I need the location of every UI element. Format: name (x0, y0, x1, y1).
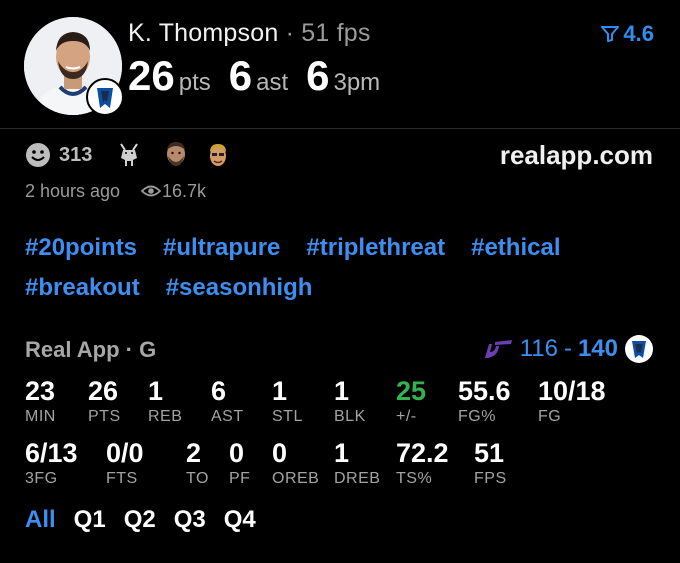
jazz-logo-icon (484, 340, 512, 358)
post-timestamp: 2 hours ago (25, 181, 121, 201)
game-label: Real App · G (25, 337, 157, 362)
hashtag[interactable]: #ethical (471, 232, 560, 264)
stat-value: 26 (88, 376, 119, 406)
stat-value: 51 (474, 438, 505, 468)
stat-ts-pct: 72.2 TS% (396, 438, 449, 488)
stat-label: TS% (396, 470, 433, 487)
player-name[interactable]: K. Thompson (128, 19, 278, 47)
headline-unit: ast (256, 69, 289, 96)
stat-value: 55.6 (458, 376, 511, 406)
eye-icon (141, 185, 161, 197)
score-away: 116 (519, 335, 558, 362)
stat-label: FG (538, 408, 562, 425)
stat-label: FG% (458, 408, 496, 425)
stat-value: 25 (396, 376, 427, 406)
stat-value: 0 (229, 438, 245, 468)
site-link[interactable]: realapp.com (500, 140, 653, 171)
stat-label: BLK (334, 408, 366, 425)
tab-all[interactable]: All (25, 506, 56, 534)
stat-to: 2 TO (186, 438, 209, 488)
hashtag[interactable]: #ultrapure (163, 232, 280, 264)
reaction-count[interactable]: 313 (59, 144, 92, 167)
stat-reb: 1 REB (148, 376, 182, 426)
stat-ast: 6 AST (211, 376, 244, 426)
stat-oreb: 0 OREB (272, 438, 319, 488)
player-face-icon[interactable] (162, 138, 190, 170)
headline-unit: pts (178, 69, 211, 96)
stat-pts: 26 PTS (88, 376, 121, 426)
score-dash: - (563, 335, 572, 362)
headline-value: 26 (128, 52, 175, 99)
stat-value: 1 (148, 376, 164, 406)
headline-value: 6 (306, 52, 330, 99)
view-count: 16.7k (162, 181, 207, 201)
mavericks-logo-icon (625, 335, 653, 363)
stat-label: +/- (396, 408, 417, 425)
hashtag[interactable]: #20points (25, 232, 137, 264)
stat-label: PTS (88, 408, 121, 425)
team-logo-icon (86, 78, 124, 116)
quarter-tabs: All Q1 Q2 Q3 Q4 (25, 506, 256, 534)
hashtag[interactable]: #triplethreat (306, 232, 445, 264)
stat-3fg: 6/13 3FG (25, 438, 78, 488)
stat-value: 2 (186, 438, 202, 468)
game-score[interactable]: 116-140 (482, 334, 654, 364)
stat-value: 1 (272, 376, 288, 406)
stat-fts: 0/0 FTS (106, 438, 144, 488)
score-home: 140 (577, 335, 618, 362)
stat-label: AST (211, 408, 244, 425)
headline-unit: 3pm (333, 69, 381, 96)
rating-badge[interactable]: 4.6 (601, 21, 654, 47)
goat-icon[interactable] (115, 138, 143, 170)
stat-value: 1 (334, 376, 350, 406)
stat-label: REB (148, 408, 183, 425)
stat-min: 23 MIN (25, 376, 56, 426)
header-divider (0, 128, 680, 129)
tab-q2[interactable]: Q2 (124, 506, 156, 534)
player-title: K. Thompson · 51 fps (128, 19, 371, 48)
stat-label: 3FG (25, 470, 58, 487)
stat-label: PF (229, 470, 251, 487)
hashtag-list: #20points #ultrapure #triplethreat #ethi… (25, 232, 665, 304)
stat-fg: 10/18 FG (538, 376, 606, 426)
stat-dreb: 1 DREB (334, 438, 380, 488)
stat-plus-minus: 25 +/- (396, 376, 426, 426)
tab-q1[interactable]: Q1 (74, 506, 106, 534)
headline-stats: 26 pts 6 ast 6 3pm (128, 52, 398, 100)
smiley-icon[interactable] (25, 142, 51, 168)
player-fps: 51 fps (301, 19, 371, 47)
stat-fps: 51 FPS (474, 438, 507, 488)
stat-value: 72.2 (396, 438, 449, 468)
stat-label: FPS (474, 470, 507, 487)
stat-value: 1 (334, 438, 350, 468)
hashtag[interactable]: #seasonhigh (166, 272, 313, 304)
fan-face-icon[interactable] (204, 138, 232, 170)
stat-label: TO (186, 470, 209, 487)
stat-value: 23 (25, 376, 56, 406)
tab-q3[interactable]: Q3 (174, 506, 206, 534)
hashtag[interactable]: #breakout (25, 272, 140, 304)
stat-value: 10/18 (538, 376, 606, 406)
title-separator: · (285, 19, 295, 47)
stat-value: 0/0 (106, 438, 144, 468)
stat-fg-pct: 55.6 FG% (458, 376, 511, 426)
tab-q4[interactable]: Q4 (224, 506, 256, 534)
stat-value: 6 (211, 376, 227, 406)
stat-value: 0 (272, 438, 288, 468)
rating-value: 4.6 (623, 21, 654, 46)
headline-value: 6 (228, 52, 253, 99)
stat-label: OREB (272, 470, 320, 487)
filter-icon (601, 26, 620, 42)
stat-stl: 1 STL (272, 376, 303, 426)
stat-label: FTS (106, 470, 138, 487)
stat-label: DREB (334, 470, 381, 487)
stat-label: STL (272, 408, 303, 425)
stat-label: MIN (25, 408, 56, 425)
stat-pf: 0 PF (229, 438, 250, 488)
stat-blk: 1 BLK (334, 376, 366, 426)
stat-value: 6/13 (25, 438, 78, 468)
